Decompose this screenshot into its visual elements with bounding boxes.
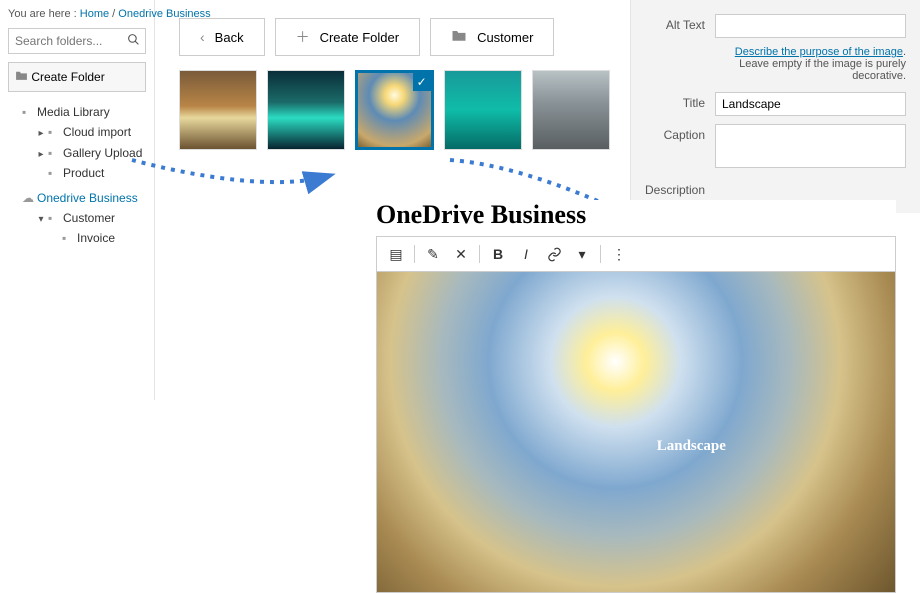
link-icon[interactable] [541, 241, 567, 267]
folder-icon: ▪ [48, 143, 60, 163]
chevron-left-icon: ‹ [200, 29, 205, 45]
tree-item-cloud-import[interactable]: ▸▪Cloud import [36, 122, 146, 142]
folder-icon: ▪ [48, 208, 60, 228]
align-icon[interactable]: ▤ [383, 241, 409, 267]
tree-item-product[interactable]: ▪Product [36, 163, 146, 183]
breadcrumb: You are here : Home / Onedrive Business [8, 8, 146, 20]
thumbnail-item[interactable] [267, 70, 345, 150]
breadcrumb-home[interactable]: Home [80, 8, 109, 20]
cloud-icon: ☁ [22, 188, 34, 208]
folder-icon: ▪ [62, 228, 74, 248]
editor-heading: OneDrive Business [376, 200, 896, 230]
folder-plus-icon [15, 70, 31, 84]
create-folder-button[interactable]: ＋ Create Folder [275, 18, 420, 56]
caption-input[interactable] [715, 124, 906, 168]
tree-item-gallery-upload[interactable]: ▸▪Gallery Upload [36, 143, 146, 163]
editor-image[interactable]: Landscape [377, 272, 895, 592]
more-icon[interactable]: ⋮ [606, 241, 632, 267]
alt-text-label: Alt Text [645, 14, 715, 38]
folder-icon: ▪ [48, 163, 60, 183]
editor-box: ▤ ✎ ✕ B I ▾ ⋮ Landscape [376, 236, 896, 593]
customer-folder-button[interactable]: Customer [430, 18, 554, 56]
thumbnail-image [180, 71, 256, 149]
back-button[interactable]: ‹ Back [179, 18, 265, 56]
search-input[interactable] [8, 28, 146, 54]
sidebar: You are here : Home / Onedrive Business … [0, 0, 155, 400]
plus-icon: ＋ [296, 27, 310, 47]
breadcrumb-prefix: You are here : [8, 8, 77, 20]
description-label: Description [645, 179, 715, 197]
folder-icon: ▪ [48, 122, 60, 142]
alt-text-help: Describe the purpose of the image. Leave… [645, 46, 906, 82]
title-input[interactable] [715, 92, 906, 116]
edit-icon[interactable]: ✎ [420, 241, 446, 267]
thumbnail-item[interactable] [444, 70, 522, 150]
tree-item-media-library[interactable]: ▪Media Library ▸▪Cloud import ▸▪Gallery … [22, 102, 146, 184]
thumbnail-image [533, 71, 609, 149]
italic-icon[interactable]: I [513, 241, 539, 267]
chevron-down-icon: ▾ [36, 211, 46, 228]
alt-help-link[interactable]: Describe the purpose of the image [735, 46, 903, 58]
details-panel: Alt Text Describe the purpose of the ima… [630, 0, 920, 213]
toolbar: ‹ Back ＋ Create Folder Customer [179, 18, 610, 56]
back-label: Back [215, 30, 244, 45]
thumbnail-image [268, 71, 344, 149]
separator [414, 245, 415, 263]
tree-item-onedrive-business[interactable]: ☁Onedrive Business ▾▪Customer ▪Invoice [22, 188, 146, 249]
chevron-right-icon: ▸ [36, 146, 46, 163]
bold-icon[interactable]: B [485, 241, 511, 267]
thumbnail-grid: ✓ [179, 70, 610, 150]
sidebar-create-folder-label: Create Folder [31, 70, 104, 84]
chevron-down-icon[interactable]: ▾ [569, 241, 595, 267]
caption-label: Caption [645, 124, 715, 171]
thumbnail-item-selected[interactable]: ✓ [355, 70, 433, 150]
thumbnail-image [445, 71, 521, 149]
search-box [8, 28, 146, 54]
editor-caption: Landscape [657, 438, 726, 455]
editor-toolbar: ▤ ✎ ✕ B I ▾ ⋮ [377, 237, 895, 272]
editor-overlay: OneDrive Business ▤ ✎ ✕ B I ▾ ⋮ Landscap… [376, 200, 896, 593]
breadcrumb-sep: / [112, 8, 115, 20]
chevron-right-icon: ▸ [36, 125, 46, 142]
tree-item-customer[interactable]: ▾▪Customer ▪Invoice [36, 208, 146, 249]
check-icon: ✓ [413, 73, 431, 91]
customer-label: Customer [477, 30, 533, 45]
sidebar-create-folder-button[interactable]: Create Folder [8, 62, 146, 92]
folder-icon: ▪ [22, 102, 34, 122]
title-label: Title [645, 92, 715, 116]
tree-item-invoice[interactable]: ▪Invoice [50, 228, 146, 248]
thumbnail-item[interactable] [179, 70, 257, 150]
separator [600, 245, 601, 263]
folder-tree: ▪Media Library ▸▪Cloud import ▸▪Gallery … [8, 102, 146, 249]
alt-text-input[interactable] [715, 14, 906, 38]
thumbnail-item[interactable] [532, 70, 610, 150]
folder-icon [451, 29, 467, 45]
create-folder-label: Create Folder [320, 30, 399, 45]
close-icon[interactable]: ✕ [448, 241, 474, 267]
search-icon[interactable] [127, 33, 140, 49]
separator [479, 245, 480, 263]
